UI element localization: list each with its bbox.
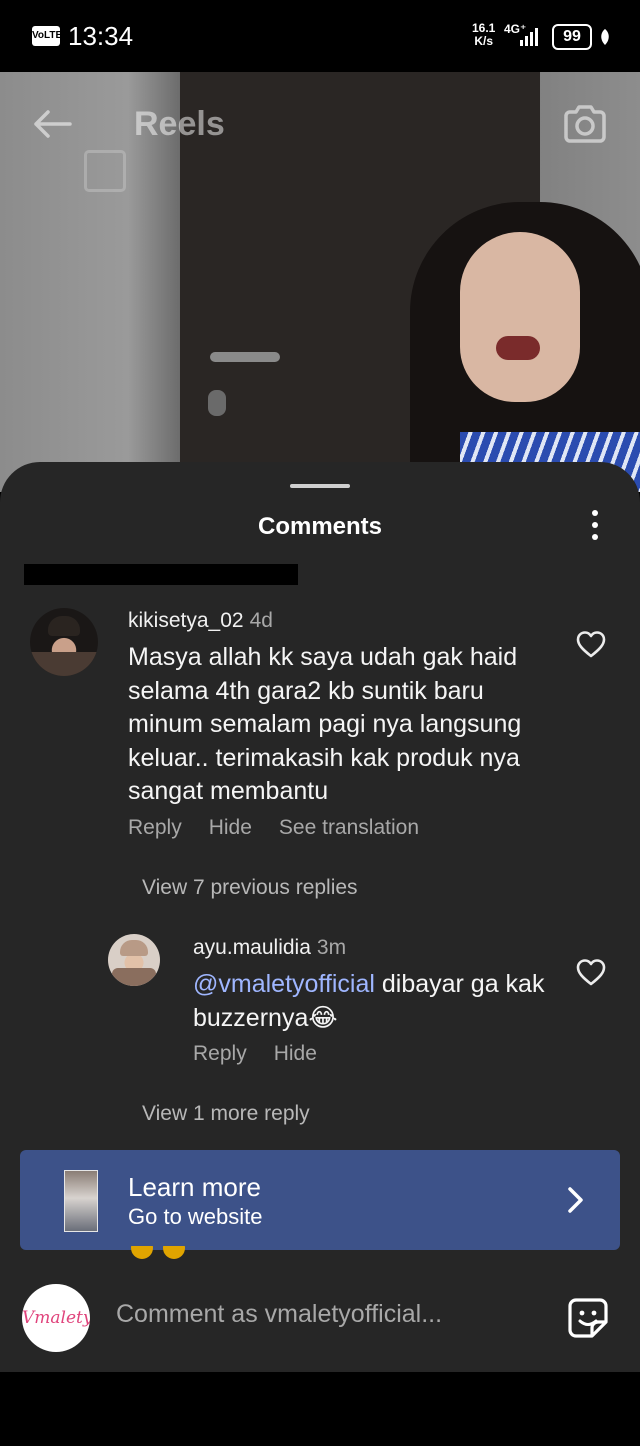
video-light-switch xyxy=(84,150,126,192)
comment-username[interactable]: kikisetya_02 xyxy=(128,609,244,632)
video-person-mouth xyxy=(496,336,540,360)
composer-avatar[interactable]: Vmalety xyxy=(22,1284,90,1352)
mention-link[interactable]: @vmaletyofficial xyxy=(193,970,375,998)
sticker-icon[interactable] xyxy=(566,1296,610,1340)
sheet-drag-handle[interactable] xyxy=(290,484,350,488)
reels-title: Reels xyxy=(134,105,225,143)
view-previous-replies-link[interactable]: View 7 previous replies xyxy=(142,875,358,901)
reply-text: @vmaletyofficial dibayar ga kak buzzerny… xyxy=(193,968,553,1035)
camera-icon[interactable] xyxy=(562,100,608,146)
emoji-partial-icon xyxy=(131,1246,185,1259)
reply-button[interactable]: Reply xyxy=(128,816,182,839)
battery-saver-leaf-icon xyxy=(601,29,609,45)
hide-button[interactable]: Hide xyxy=(274,1042,317,1065)
hide-button[interactable]: Hide xyxy=(209,816,252,839)
chevron-right-icon xyxy=(568,1187,583,1213)
comments-title: Comments xyxy=(257,513,383,540)
status-time: 13:34 xyxy=(68,21,134,51)
battery-indicator: 99 xyxy=(552,24,592,50)
reply-button[interactable]: Reply xyxy=(193,1042,247,1065)
video-door-handle xyxy=(210,352,280,362)
comment-username-row: kikisetya_02 4d xyxy=(128,608,273,634)
avatar[interactable] xyxy=(108,934,160,986)
reply-actions: Reply Hide xyxy=(193,1041,344,1067)
emoji-peek xyxy=(130,1246,190,1260)
see-translation-button[interactable]: See translation xyxy=(279,816,419,839)
status-bar: VoLTE 13:34 16.1 K/s 4G⁺ 99 xyxy=(0,0,640,72)
network-speed: 16.1 K/s xyxy=(472,22,495,48)
like-heart-icon[interactable] xyxy=(576,630,606,658)
reel-video-preview[interactable] xyxy=(0,72,640,492)
comment-time: 4d xyxy=(249,609,273,632)
video-door-lock xyxy=(208,390,226,416)
volte-icon: VoLTE xyxy=(32,26,62,46)
view-more-replies-link[interactable]: View 1 more reply xyxy=(142,1101,310,1127)
ad-thumbnail xyxy=(64,1170,98,1232)
reply-time: 3m xyxy=(316,936,347,959)
like-heart-icon[interactable] xyxy=(576,958,606,986)
more-options-icon[interactable] xyxy=(588,510,602,544)
video-person-face xyxy=(460,232,580,402)
signal-icon xyxy=(520,28,538,46)
redacted-bar xyxy=(24,564,298,585)
back-arrow-icon[interactable] xyxy=(30,104,74,144)
learn-more-banner[interactable]: Learn more Go to website xyxy=(20,1150,620,1250)
comment-text: Masya allah kk saya udah gak haid selama… xyxy=(128,643,522,806)
comment-actions: Reply Hide See translation xyxy=(128,815,446,841)
comment-input[interactable]: Comment as vmaletyofficial... xyxy=(116,1298,442,1330)
network-speed-unit: K/s xyxy=(474,34,494,48)
reply-username[interactable]: ayu.maulidia xyxy=(193,936,311,959)
reply-username-row: ayu.maulidia 3m xyxy=(193,935,346,961)
go-to-website-subtitle: Go to website xyxy=(128,1204,263,1229)
avatar[interactable] xyxy=(30,608,98,676)
learn-more-title: Learn more xyxy=(128,1172,261,1202)
